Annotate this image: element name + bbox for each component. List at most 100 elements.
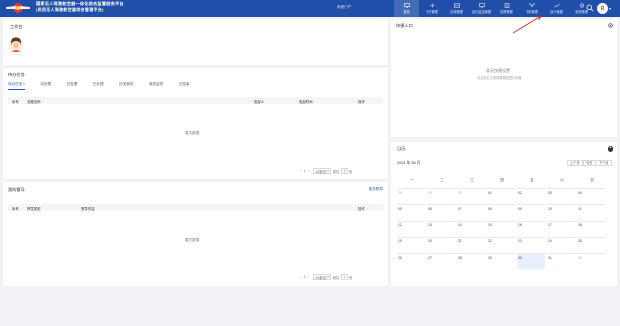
prev-month-button[interactable]: 上个月 bbox=[566, 159, 584, 166]
gear-icon[interactable] bbox=[608, 23, 613, 28]
calendar-day[interactable]: 09 bbox=[517, 204, 545, 220]
chevron-down-icon[interactable]: ▾ bbox=[609, 6, 611, 11]
workbench-title: 工作台 bbox=[10, 24, 23, 29]
quick-empty-title: 暂无快捷设置 bbox=[486, 68, 510, 73]
todo-tasks-card: 待办任务 待办任务 未处理 已处理 已办理 抄送我的 我发起的 已结束 序号 流… bbox=[3, 68, 388, 179]
calendar-day[interactable]: 02 bbox=[517, 188, 545, 204]
calendar-day[interactable]: 04 bbox=[577, 188, 605, 204]
page-size-value: 10条/页 bbox=[315, 275, 327, 280]
nav-item-flight[interactable]: 飞行管理 bbox=[419, 0, 444, 17]
calendar-day[interactable]: 27 bbox=[427, 253, 455, 269]
calendar-day[interactable]: 03 bbox=[547, 188, 575, 204]
weekday-label: 三 bbox=[470, 178, 474, 182]
quick-entry-title: 快捷入口 bbox=[396, 23, 413, 28]
tab-processed[interactable]: 已处理 bbox=[67, 82, 78, 90]
calendar-day[interactable]: 10 bbox=[547, 204, 575, 220]
nav-item-operation[interactable]: 运行管理 bbox=[544, 0, 569, 17]
column-header: 发起人 bbox=[254, 99, 265, 104]
search-icon[interactable] bbox=[586, 4, 594, 12]
calendar-day[interactable]: 06 bbox=[427, 204, 455, 220]
weekday-header: 一 二 三 四 五 六 日 bbox=[397, 178, 607, 183]
calendar-day[interactable]: 14 bbox=[457, 220, 485, 237]
license-icon bbox=[504, 2, 509, 8]
prev-page-button[interactable]: < bbox=[300, 169, 302, 173]
nav-label: 运行管理 bbox=[550, 10, 563, 15]
calendar-day[interactable]: 22 bbox=[487, 236, 515, 253]
calendar-day[interactable]: 19 bbox=[397, 236, 425, 253]
calendar-day[interactable]: 26 bbox=[397, 253, 425, 269]
tab-unprocessed[interactable]: 未处理 bbox=[40, 82, 51, 90]
nav-item-monitoring[interactable]: 运行监控管理 bbox=[469, 0, 494, 17]
calendar-day[interactable]: 18 bbox=[577, 220, 605, 237]
weekday-label: 六 bbox=[560, 178, 564, 182]
calendar-day[interactable]: 23 bbox=[517, 236, 545, 253]
calendar-day[interactable]: 05 bbox=[397, 204, 425, 220]
tab-initiated[interactable]: 我发起的 bbox=[149, 82, 163, 90]
tab-todo[interactable]: 待办任务 bbox=[8, 82, 25, 90]
system-title-line2: (民用无人驾驶航空器综合管理平台) bbox=[36, 7, 104, 12]
calendar-title: 日历 bbox=[397, 146, 406, 151]
page-unit: 页 bbox=[349, 169, 353, 174]
page-size-select[interactable]: 10条/页 ▾ bbox=[313, 168, 332, 174]
next-page-button[interactable]: > bbox=[308, 169, 310, 173]
calendar-day[interactable]: 30 bbox=[427, 188, 455, 204]
calendar-day[interactable]: 08 bbox=[487, 204, 515, 220]
calendar-day[interactable]: 28 bbox=[457, 253, 485, 269]
calendar-day[interactable]: 12 bbox=[397, 220, 425, 237]
weekday-label: 日 bbox=[590, 178, 594, 182]
calendar-day[interactable]: 11 bbox=[577, 204, 605, 220]
more-supervision-link[interactable]: 更多督导 bbox=[369, 187, 383, 192]
goto-page-input[interactable]: 1 bbox=[340, 274, 348, 280]
calendar-day[interactable]: 01 bbox=[577, 253, 605, 269]
column-header: 序号 bbox=[12, 99, 19, 104]
next-page-button[interactable]: > bbox=[308, 275, 310, 279]
weekday-label: 二 bbox=[440, 178, 444, 182]
today-button[interactable]: 今天 bbox=[582, 159, 596, 166]
calendar-day[interactable]: 15 bbox=[487, 220, 515, 237]
current-page[interactable]: 1 bbox=[304, 275, 306, 279]
calendar-month: 2024 年 08 月 bbox=[397, 161, 421, 165]
calendar-day[interactable]: 24 bbox=[547, 236, 575, 253]
weekday-label: 一 bbox=[410, 178, 414, 182]
current-page[interactable]: 1 bbox=[304, 169, 306, 173]
calendar-day[interactable]: 29 bbox=[397, 188, 425, 204]
nav-item-aircraft[interactable]: 飞机管理 bbox=[519, 0, 544, 17]
nav-item-home[interactable]: 首页 bbox=[394, 0, 419, 17]
todo-title: 待办任务 bbox=[8, 72, 25, 77]
calendar-day[interactable]: 07 bbox=[457, 204, 485, 220]
calendar-day[interactable]: 16 bbox=[517, 220, 545, 237]
calendar-nav: 上个月 今天 下个月 bbox=[566, 159, 612, 166]
tab-cc-me[interactable]: 抄送我的 bbox=[119, 82, 133, 90]
supervision-table-header: 序号 督导类型 督导内容 操作 bbox=[8, 204, 383, 211]
column-header: 序号 bbox=[12, 206, 19, 211]
todo-empty-text: 暂无数据 bbox=[185, 131, 200, 135]
calendar-day[interactable]: 29 bbox=[487, 253, 515, 269]
nav-item-airspace[interactable]: 空域管理 bbox=[444, 0, 469, 17]
tab-finished[interactable]: 已结束 bbox=[179, 82, 190, 90]
calendar-day[interactable]: 01 bbox=[487, 188, 515, 204]
add-event-icon[interactable]: + bbox=[607, 145, 613, 152]
tab-done[interactable]: 已办理 bbox=[93, 82, 104, 90]
calendar-day[interactable]: 31 bbox=[547, 253, 575, 269]
goto-page-input[interactable]: 1 bbox=[340, 168, 348, 174]
next-month-button[interactable]: 下个月 bbox=[595, 159, 612, 166]
supervision-empty-text: 暂无数据 bbox=[185, 238, 200, 242]
todo-pagination: < 1 > 10条/页 ▾ 前往 1 页 bbox=[298, 168, 352, 174]
nav-item-license[interactable]: 执照管理 bbox=[494, 0, 519, 17]
calendar-day[interactable]: 25 bbox=[577, 236, 605, 253]
calendar-day[interactable]: 21 bbox=[457, 236, 485, 253]
system-portal-link[interactable]: 系统门户 bbox=[337, 5, 351, 10]
drone-icon bbox=[528, 2, 535, 7]
page-size-select[interactable]: 10条/页 ▾ bbox=[313, 274, 332, 280]
plane-icon bbox=[429, 3, 434, 8]
prev-page-button[interactable]: < bbox=[300, 275, 302, 279]
calendar-day[interactable]: 30 bbox=[517, 253, 545, 270]
calendar-day[interactable]: 13 bbox=[427, 220, 455, 237]
todo-table-header: 序号 流程名称 发起人 发起时间 操作 bbox=[8, 97, 383, 104]
weekday-label: 四 bbox=[500, 178, 504, 182]
column-header: 操作 bbox=[358, 206, 365, 211]
calendar-day[interactable]: 31 bbox=[457, 188, 485, 204]
calendar-day[interactable]: 17 bbox=[547, 220, 575, 237]
user-avatar-menu[interactable]: R bbox=[597, 3, 608, 14]
calendar-day[interactable]: 20 bbox=[427, 236, 455, 253]
